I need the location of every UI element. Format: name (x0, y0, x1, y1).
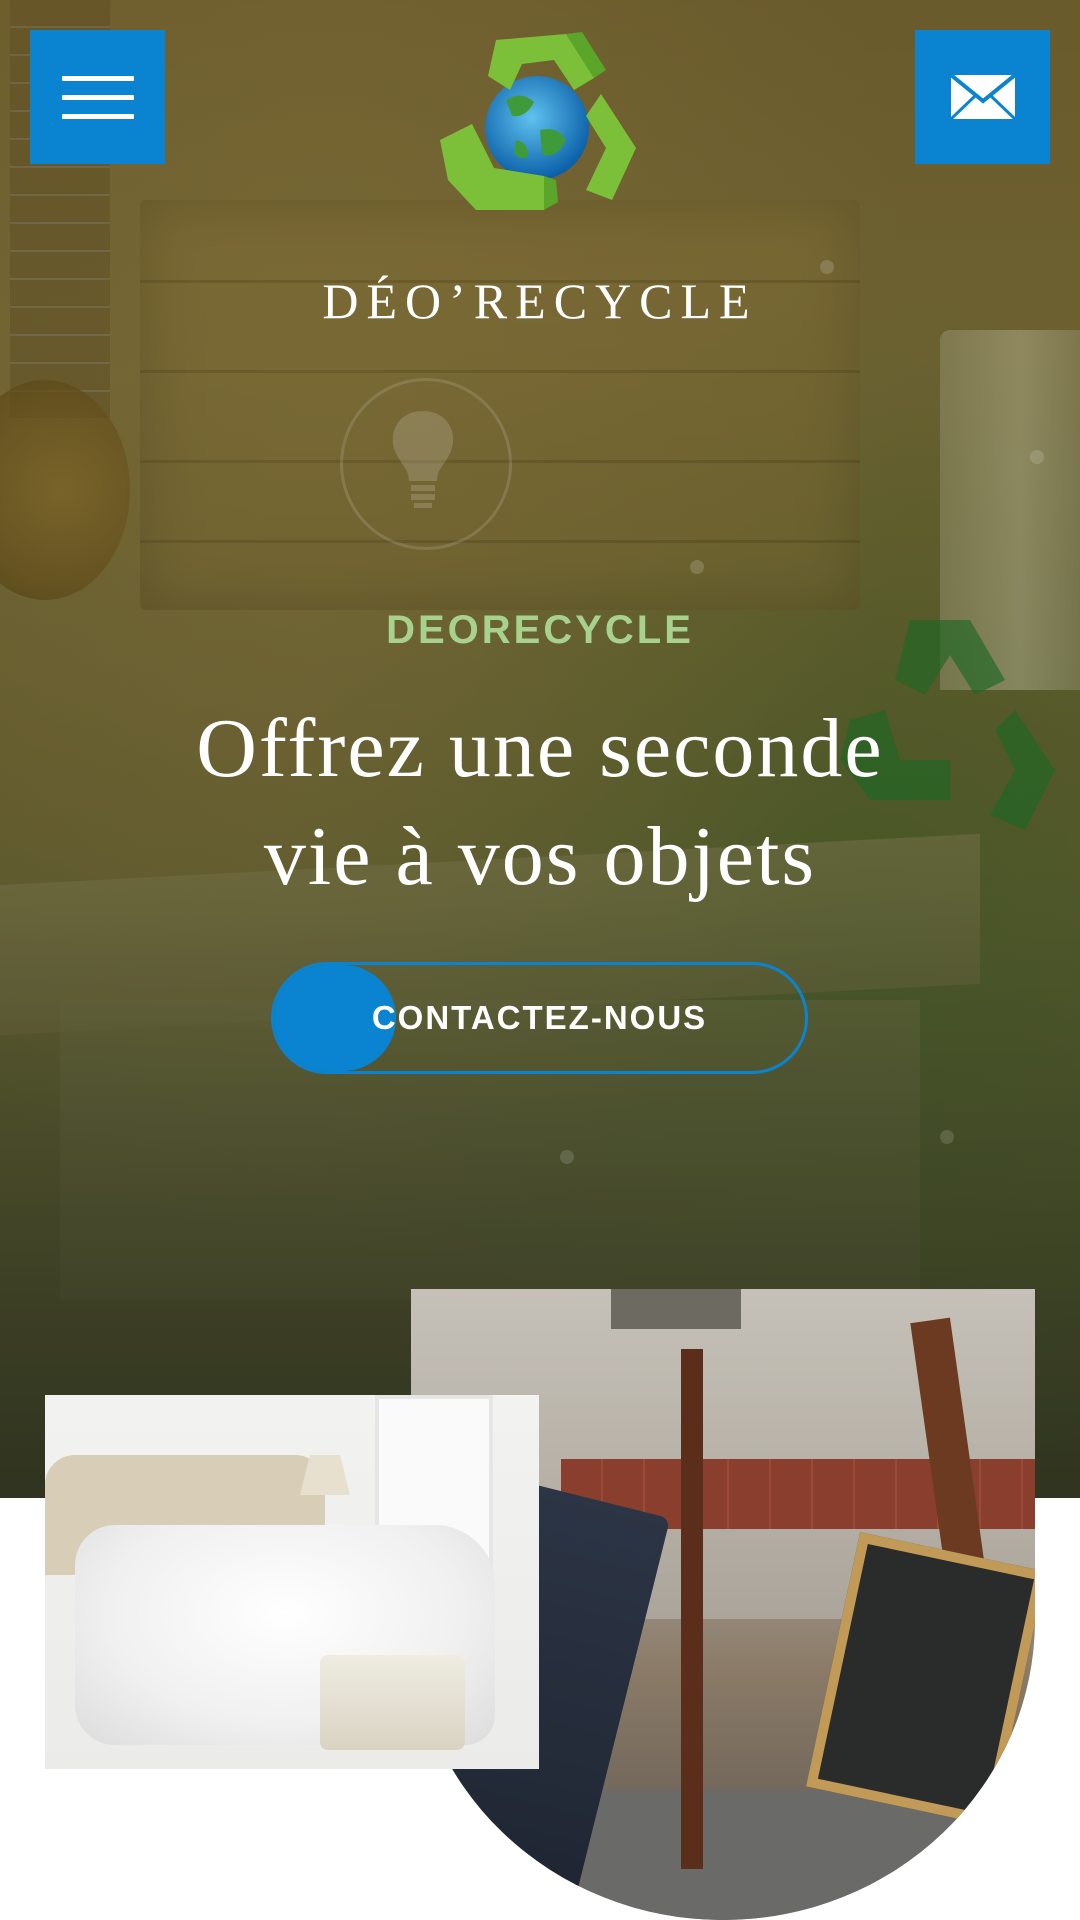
envelope-icon (949, 74, 1016, 120)
contact-us-label: CONTACTEZ-NOUS (371, 999, 708, 1036)
menu-button[interactable] (30, 30, 165, 164)
bedroom-photo (45, 1395, 539, 1769)
contact-mail-button[interactable] (915, 30, 1050, 164)
hero-headline: Offrez une seconde vie à vos objets (60, 695, 1020, 911)
hero-headline-line2: vie à vos objets (263, 810, 817, 903)
hamburger-menu-icon (61, 113, 134, 119)
contact-us-button[interactable]: CONTACTEZ-NOUS (271, 962, 808, 1074)
hamburger-menu-icon (61, 94, 134, 100)
brand-name: DÉO’RECYCLE (322, 273, 758, 329)
hero-tagline: DEORECYCLE (386, 608, 694, 652)
recycle-globe-logo[interactable] (436, 30, 638, 220)
hamburger-menu-icon (61, 75, 134, 81)
hero-headline-line1: Offrez une seconde (196, 702, 884, 795)
